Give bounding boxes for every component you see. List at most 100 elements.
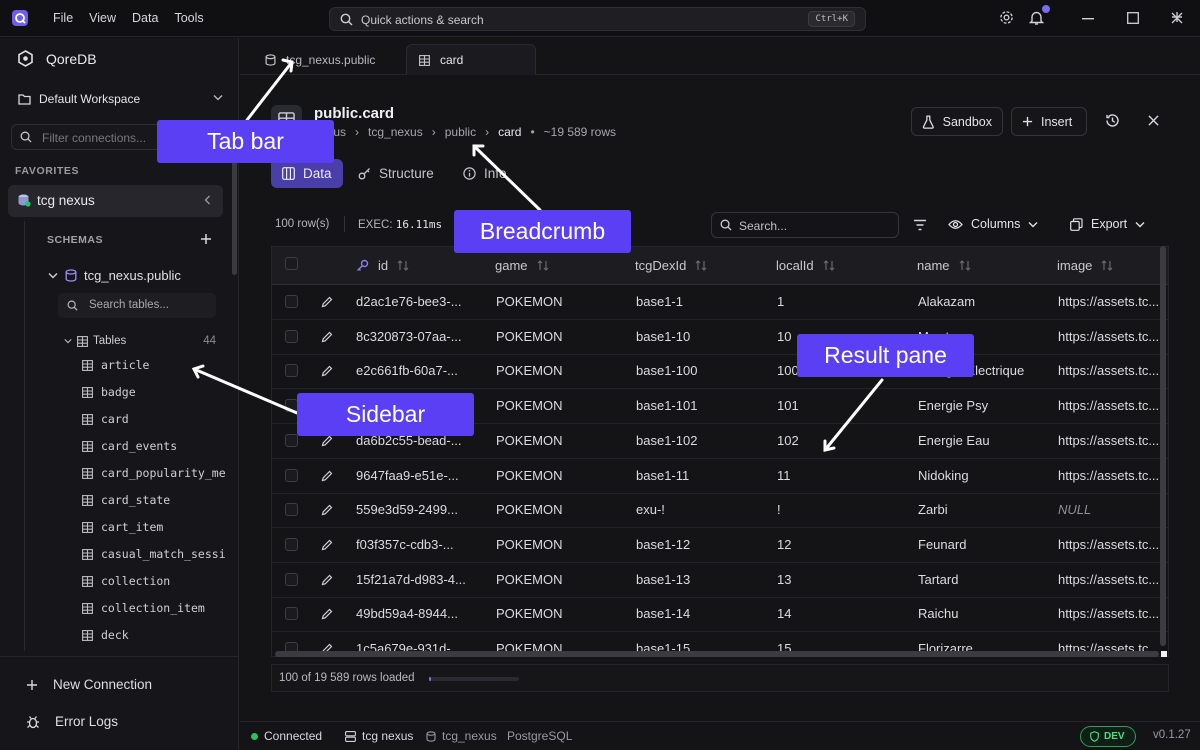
cell-localid[interactable]: 101 [777, 398, 912, 413]
view-tab-data[interactable]: Data [271, 159, 343, 188]
column-header-id[interactable]: id [356, 258, 409, 273]
cell-tcgdexid[interactable]: base1-10 [636, 329, 771, 344]
cell-localid[interactable]: 11 [777, 468, 912, 483]
close-tab-icon[interactable] [1148, 115, 1159, 126]
settings-gear-icon[interactable] [999, 10, 1014, 25]
cell-game[interactable]: POKEMON [496, 363, 631, 378]
cell-id[interactable]: f03f357c-cdb3-... [356, 537, 491, 552]
grid-horizontal-scrollbar[interactable] [275, 651, 1159, 657]
table-row[interactable]: 15f21a7d-d983-4... POKEMON base1-13 13 Tarta… [272, 563, 1168, 598]
column-header-game[interactable]: game [495, 258, 549, 273]
cell-name[interactable]: Alakazam [918, 294, 1053, 309]
row-checkbox[interactable] [285, 572, 298, 586]
cell-image[interactable]: https://assets.tc... [1058, 398, 1168, 413]
menu-view[interactable]: View [89, 11, 116, 25]
sort-icon[interactable] [1101, 260, 1113, 271]
edit-pencil-icon[interactable] [321, 296, 333, 308]
select-all-checkbox[interactable] [285, 257, 298, 270]
table-row[interactable]: e2c661fb-60a7-...POKEMONbase1-100100Éner… [272, 354, 1168, 390]
row-checkbox[interactable] [285, 433, 298, 447]
sidebar-table-card-state[interactable]: card_state [82, 493, 170, 507]
columns-button[interactable]: Columns [948, 217, 1038, 231]
minimize-icon[interactable] [1082, 18, 1094, 20]
edit-pencil-icon[interactable] [321, 574, 333, 586]
sidebar-table-card-popularity-me[interactable]: card_popularity_me [82, 466, 226, 480]
column-header-tcgdexid[interactable]: tcgDexId [635, 258, 707, 273]
search-tables-input[interactable]: Search tables... [58, 293, 216, 318]
sort-icon[interactable] [695, 260, 707, 271]
edit-pencil-icon[interactable] [321, 470, 333, 482]
status-connection[interactable]: tcg nexus [345, 729, 413, 743]
tab-card[interactable]: card [406, 44, 536, 75]
row-checkbox[interactable] [285, 468, 298, 482]
cell-name[interactable]: Energie Psy [918, 398, 1053, 413]
maximize-icon[interactable] [1127, 12, 1139, 24]
sidebar-table-card[interactable]: card [82, 412, 129, 426]
cell-id[interactable]: 15f21a7d-d983-4... [356, 572, 491, 587]
menu-file[interactable]: File [53, 11, 73, 25]
cell-tcgdexid[interactable]: base1-14 [636, 606, 771, 621]
view-tab-structure[interactable]: Structure [347, 159, 445, 188]
cell-image[interactable]: https://assets.tc... [1058, 468, 1168, 483]
cell-id[interactable]: 559e3d59-2499... [356, 502, 491, 517]
table-row[interactable]: f03f357c-cdb3-... POKEMON base1-12 12 Feunar… [272, 528, 1168, 563]
row-checkbox[interactable] [285, 503, 298, 517]
view-tab-info[interactable]: Info [452, 159, 518, 188]
menu-data[interactable]: Data [132, 11, 158, 25]
cell-game[interactable]: POKEMON [496, 398, 631, 413]
cell-localid[interactable]: 12 [777, 537, 912, 552]
cell-image[interactable]: https://assets.tc... [1058, 572, 1168, 587]
cell-id[interactable]: 9647faa9-e51e-... [356, 468, 491, 483]
cell-id[interactable]: 8c320873-07aa-... [356, 329, 491, 344]
grid-search-input[interactable]: Search... [711, 212, 899, 238]
cell-game[interactable]: POKEMON [496, 433, 631, 448]
cell-image[interactable]: https://assets.tc... [1058, 433, 1168, 448]
cell-id[interactable]: e2c661fb-60a7-... [356, 363, 491, 378]
cell-game[interactable]: POKEMON [496, 502, 631, 517]
column-header-localid[interactable]: localId [776, 258, 835, 273]
row-checkbox[interactable] [285, 295, 298, 308]
chevron-left-icon[interactable] [204, 195, 211, 205]
filter-icon[interactable] [913, 219, 927, 231]
cell-image[interactable]: https://assets.tc... [1058, 329, 1168, 344]
workspace-selector[interactable]: Default Workspace [18, 92, 223, 106]
tables-group[interactable]: Tables 44 [64, 335, 216, 347]
cell-game[interactable]: POKEMON [496, 329, 631, 344]
cell-game[interactable]: POKEMON [496, 294, 631, 309]
sort-icon[interactable] [397, 260, 409, 271]
row-checkbox[interactable] [285, 364, 298, 378]
sandbox-button[interactable]: Sandbox [911, 107, 1003, 136]
insert-button[interactable]: Insert [1011, 107, 1087, 136]
cell-localid[interactable]: 1 [777, 294, 912, 309]
edit-pencil-icon[interactable] [321, 435, 333, 447]
cell-localid[interactable]: 14 [777, 606, 912, 621]
sidebar-table-collection[interactable]: collection [82, 574, 170, 588]
table-row[interactable]: d2ac1e76-bee3-... POKEMON base1-1 1 Alakazam… [272, 285, 1168, 320]
column-header-image[interactable]: image [1057, 258, 1113, 273]
export-button[interactable]: Export [1070, 217, 1145, 231]
sort-icon[interactable] [823, 260, 835, 271]
edit-pencil-icon[interactable] [321, 365, 333, 377]
cell-tcgdexid[interactable]: exu-! [636, 502, 771, 517]
breadcrumb-database[interactable]: tcg_nexus [368, 125, 423, 139]
cell-game[interactable]: POKEMON [496, 572, 631, 587]
grid-vertical-scrollbar[interactable] [1160, 246, 1166, 646]
cell-tcgdexid[interactable]: base1-11 [636, 468, 771, 483]
cell-tcgdexid[interactable]: base1-101 [636, 398, 771, 413]
sort-icon[interactable] [959, 260, 971, 271]
edit-pencil-icon[interactable] [321, 504, 333, 516]
favorite-connection-tcg-nexus[interactable]: tcg nexus [8, 185, 223, 217]
cell-game[interactable]: POKEMON [496, 468, 631, 483]
new-tab-plus-icon[interactable] [1171, 11, 1183, 23]
table-row[interactable]: 49bd59a4-8944... POKEMON base1-14 14 Raichu h… [272, 597, 1168, 633]
edit-pencil-icon[interactable] [321, 608, 333, 620]
cell-localid[interactable]: 102 [777, 433, 912, 448]
sidebar-table-cart-item[interactable]: cart_item [82, 520, 163, 534]
cell-image[interactable]: https://assets.tc... [1058, 363, 1168, 378]
cell-localid[interactable]: ! [777, 502, 912, 517]
cell-image[interactable]: https://assets.tc... [1058, 537, 1168, 552]
notifications-bell-icon[interactable] [1029, 10, 1044, 26]
menu-tools[interactable]: Tools [174, 11, 203, 25]
cell-image[interactable]: https://assets.tc... [1058, 294, 1168, 309]
quick-search-bar[interactable]: Quick actions & search Ctrl+K [329, 7, 866, 31]
